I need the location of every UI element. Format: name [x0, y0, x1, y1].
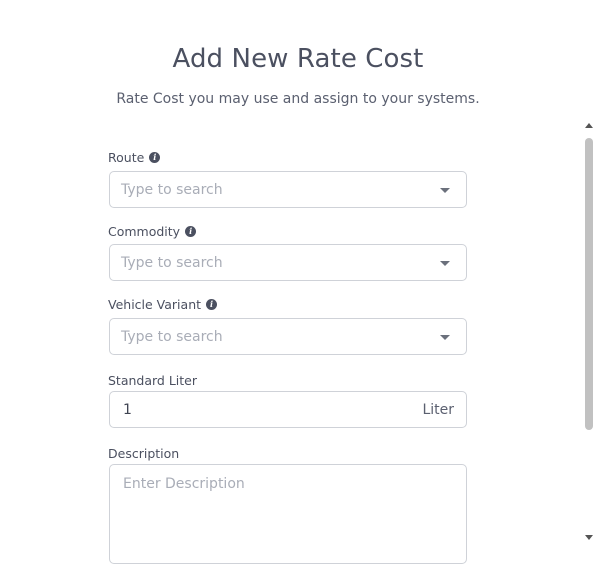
standard-liter-input[interactable]: 1 Liter: [109, 391, 467, 428]
commodity-label: Commodity: [108, 224, 181, 239]
page-subtitle: Rate Cost you may use and assign to your…: [116, 91, 480, 107]
page-title: Add New Rate Cost: [172, 44, 424, 74]
vehicle-variant-placeholder: Type to search: [121, 329, 223, 345]
scrollbar[interactable]: [583, 118, 595, 548]
scrollbar-thumb[interactable]: [585, 138, 593, 430]
chevron-down-icon[interactable]: [440, 261, 450, 266]
info-icon[interactable]: i: [206, 299, 218, 310]
standard-liter-value: 1: [123, 402, 132, 418]
vehicle-variant-label-group: Vehicle Variant i: [108, 297, 218, 312]
info-icon[interactable]: i: [149, 152, 161, 163]
liter-unit-label: Liter: [422, 402, 454, 418]
description-label: Description: [108, 446, 180, 461]
chevron-down-icon[interactable]: [440, 188, 450, 193]
vehicle-variant-select[interactable]: Type to search: [109, 318, 467, 355]
commodity-select[interactable]: Type to search: [109, 244, 467, 281]
commodity-label-group: Commodity i: [108, 224, 197, 239]
scroll-down-arrow-icon[interactable]: [585, 535, 593, 540]
description-textarea[interactable]: Enter Description: [109, 464, 467, 564]
standard-liter-label-group: Standard Liter: [108, 373, 197, 388]
info-icon[interactable]: i: [185, 226, 197, 237]
description-label-group: Description: [108, 446, 179, 461]
vehicle-variant-label: Vehicle Variant: [108, 297, 202, 312]
route-select[interactable]: Type to search: [109, 171, 467, 208]
description-placeholder: Enter Description: [123, 476, 245, 492]
commodity-placeholder: Type to search: [121, 255, 223, 271]
route-placeholder: Type to search: [121, 182, 223, 198]
route-label-group: Route i: [108, 150, 161, 165]
scroll-up-arrow-icon[interactable]: [585, 123, 593, 128]
route-label: Route: [108, 150, 145, 165]
chevron-down-icon[interactable]: [440, 335, 450, 340]
standard-liter-label: Standard Liter: [108, 373, 198, 388]
